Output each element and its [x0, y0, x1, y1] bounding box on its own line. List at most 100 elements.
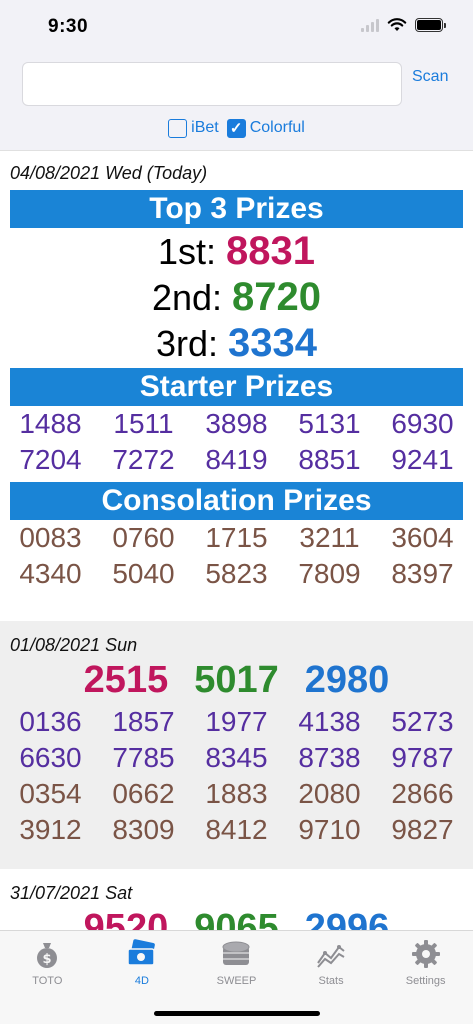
consolation-number: 0083	[19, 522, 82, 553]
consolation-number: 0760	[112, 522, 175, 553]
starter-number: 1511	[113, 408, 174, 439]
cellular-signal-icon	[361, 18, 379, 32]
colorful-checkbox[interactable]: Colorful	[226, 118, 305, 138]
second-prize-number: 8720	[232, 275, 322, 319]
ibet-checkbox[interactable]: iBet	[168, 118, 219, 138]
starter-number: 5131	[298, 408, 361, 439]
consolation-number: 0662	[112, 778, 175, 809]
first-prize-number: 9520	[83, 907, 169, 930]
tab-label: TOTO	[32, 975, 63, 987]
consolation-number: 1883	[205, 778, 268, 809]
consolation-number: 2866	[391, 778, 454, 809]
draw-item[interactable]: 31/07/2021 Sat 9520 9065 2996	[0, 869, 473, 930]
tab-label: Settings	[405, 975, 446, 987]
third-prize-number: 2980	[304, 659, 390, 701]
tab-label: Stats	[318, 975, 344, 987]
starter-row: 7204 7272 8419 8851 9241	[0, 442, 473, 478]
starter-number: 0136	[19, 706, 82, 737]
starter-number: 7272	[112, 444, 175, 475]
first-prize-label: 1st:	[157, 231, 217, 272]
starter-number: 8419	[205, 444, 268, 475]
second-prize-number: 9065	[194, 907, 279, 930]
consolation-number: 8397	[391, 558, 454, 589]
draw-today: 04/08/2021 Wed (Today) Top 3 Prizes 1st:…	[0, 151, 473, 621]
second-prize-row: 2nd: 8720	[0, 274, 473, 320]
tab-label: SWEEP	[216, 975, 257, 987]
first-prize-number: 2515	[83, 659, 169, 701]
third-prize-label: 3rd:	[155, 323, 219, 364]
consolation-number: 3912	[19, 814, 82, 845]
consolation-number: 2080	[298, 778, 361, 809]
battery-icon	[415, 18, 446, 32]
starter-number: 1488	[19, 408, 82, 439]
status-time: 9:30	[48, 16, 89, 37]
starter-number: 1857	[112, 706, 175, 737]
starter-number: 8851	[298, 444, 361, 475]
starter-row: 0136 1857 1977 4138 5273	[0, 704, 473, 740]
starter-number: 7204	[19, 444, 82, 475]
starter-number: 7785	[112, 742, 175, 773]
starter-header: Starter Prizes	[10, 368, 463, 406]
draw-item[interactable]: 01/08/2021 Sun 2515 5017 2980 0136 1857 …	[0, 621, 473, 869]
first-prize-number: 8831	[226, 229, 316, 273]
starter-number: 3898	[205, 408, 268, 439]
results-list[interactable]: 04/08/2021 Wed (Today) Top 3 Prizes 1st:…	[0, 150, 473, 930]
tab-bar: $ TOTO 4D SWEEP Stats Settings	[0, 930, 473, 1024]
starter-row: 6630 7785 8345 8738 9787	[0, 740, 473, 776]
consolation-number: 5040	[112, 558, 175, 589]
starter-number: 5273	[391, 706, 454, 737]
third-prize-row: 3rd: 3334	[0, 320, 473, 366]
starter-number: 4138	[298, 706, 361, 737]
tab-toto[interactable]: $ TOTO	[0, 931, 95, 1024]
starter-number: 6930	[391, 408, 454, 439]
starter-number: 9787	[391, 742, 454, 773]
consolation-number: 1715	[205, 522, 268, 553]
third-prize-number: 2996	[304, 907, 390, 930]
consolation-number: 5823	[205, 558, 268, 589]
search-row: Scan	[22, 62, 452, 106]
consolation-number: 9827	[391, 814, 454, 845]
search-input[interactable]	[22, 62, 402, 106]
consolation-number: 3604	[391, 522, 454, 553]
home-indicator[interactable]	[154, 1011, 320, 1016]
status-icons	[361, 18, 446, 32]
options-row: iBet Colorful	[0, 116, 473, 140]
top3-inline: 9520 9065 2996	[0, 904, 473, 930]
second-prize-number: 5017	[194, 659, 279, 701]
draw-date: 31/07/2021 Sat	[10, 883, 133, 903]
starter-number: 6630	[19, 742, 82, 773]
wifi-icon	[387, 18, 407, 31]
starter-number: 8345	[205, 742, 268, 773]
consolation-row: 4340 5040 5823 7809 8397	[0, 556, 473, 592]
consolation-row: 0083 0760 1715 3211 3604	[0, 520, 473, 556]
third-prize-number: 3334	[228, 321, 318, 365]
coin-stack-icon	[220, 939, 252, 969]
draw-date: 01/08/2021 Sun	[10, 635, 138, 655]
draw-date: 04/08/2021 Wed (Today)	[10, 163, 208, 183]
scan-button[interactable]: Scan	[412, 68, 448, 86]
tab-settings[interactable]: Settings	[378, 931, 473, 1024]
gear-icon	[410, 939, 442, 969]
consolation-number: 8309	[112, 814, 175, 845]
ibet-label: iBet	[191, 119, 219, 136]
starter-number: 9241	[391, 444, 454, 475]
consolation-row: 3912 8309 8412 9710 9827	[0, 812, 473, 848]
starter-number: 1977	[205, 706, 268, 737]
colorful-checkbox-box[interactable]	[226, 118, 246, 138]
top3-inline: 2515 5017 2980	[0, 656, 473, 704]
ibet-checkbox-box[interactable]	[168, 118, 188, 138]
consolation-number: 8412	[205, 814, 268, 845]
svg-text:$: $	[43, 952, 52, 967]
second-prize-label: 2nd:	[151, 277, 223, 318]
starter-number: 8738	[298, 742, 361, 773]
first-prize-row: 1st: 8831	[0, 228, 473, 274]
consolation-row: 0354 0662 1883 2080 2866	[0, 776, 473, 812]
chart-line-icon	[315, 939, 347, 969]
consolation-number: 0354	[19, 778, 82, 809]
consolation-number: 7809	[298, 558, 361, 589]
colorful-label: Colorful	[249, 119, 305, 136]
consolation-header: Consolation Prizes	[10, 482, 463, 520]
tab-label: 4D	[134, 975, 149, 987]
status-bar: 9:30	[0, 0, 473, 52]
money-bag-icon: $	[31, 939, 63, 969]
